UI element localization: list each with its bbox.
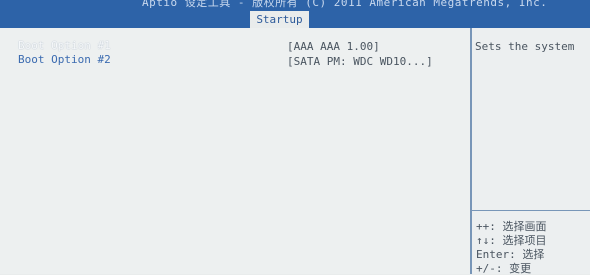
hotkey-select-item: ↑↓: 选择项目 <box>476 234 547 247</box>
settings-panel: Boot Option #1 [AAA AAA 1.00] Boot Optio… <box>0 28 472 274</box>
tab-startup[interactable]: Startup <box>250 11 309 28</box>
help-panel: Sets the system ++: 选择画面 ↑↓: 选择项目 Enter:… <box>472 28 590 275</box>
help-divider <box>472 210 590 211</box>
bios-title-bar: Aptio 设定工具 - 版权所有 (C) 2011 American Mega… <box>0 0 590 11</box>
boot-option-1-value[interactable]: [AAA AAA 1.00] <box>287 40 380 54</box>
hotkey-change-value: +/-: 变更 <box>476 262 532 275</box>
tab-strip: Startup <box>0 11 590 28</box>
boot-option-1-label[interactable]: Boot Option #1 <box>18 39 111 53</box>
bios-title-text: Aptio 设定工具 - 版权所有 (C) 2011 American Mega… <box>142 0 548 9</box>
help-description: Sets the system <box>475 40 575 53</box>
hotkey-select-screen: ++: 选择画面 <box>476 220 547 233</box>
hotkey-enter-select: Enter: 选择 <box>476 248 545 261</box>
boot-option-2-label[interactable]: Boot Option #2 <box>18 53 111 67</box>
boot-option-2-value[interactable]: [SATA PM: WDC WD10...] <box>287 55 433 69</box>
